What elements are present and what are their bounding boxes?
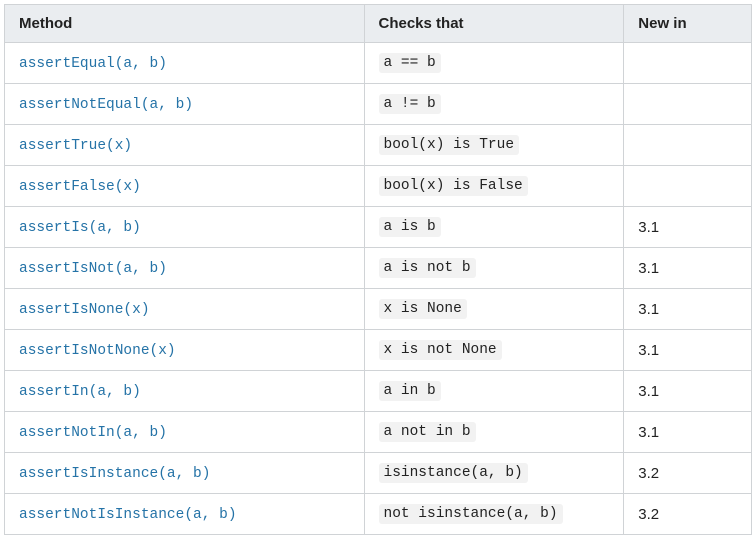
checks-code: bool(x) is True [379,135,520,155]
method-link[interactable]: assertNotIn(a, b) [19,425,167,441]
method-link[interactable]: assertIsNone(x) [19,302,150,318]
method-link[interactable]: assertIsInstance(a, b) [19,466,210,482]
checks-code: isinstance(a, b) [379,463,528,483]
checks-code: x is not None [379,340,502,360]
checks-code: not isinstance(a, b) [379,504,563,524]
method-link[interactable]: assertNotEqual(a, b) [19,97,193,113]
table-row: assertIsNone(x) x is None 3.1 [5,289,752,330]
newin-value: 3.1 [638,383,659,400]
checks-code: a not in b [379,422,476,442]
newin-value: 3.2 [638,465,659,482]
table-row: assertIsInstance(a, b) isinstance(a, b) … [5,453,752,494]
table-row: assertNotIn(a, b) a not in b 3.1 [5,412,752,453]
table-body: assertEqual(a, b) a == b assertNotEqual(… [5,43,752,535]
newin-value: 3.1 [638,424,659,441]
table-row: assertFalse(x) bool(x) is False [5,166,752,207]
table-row: assertTrue(x) bool(x) is True [5,125,752,166]
table-row: assertNotEqual(a, b) a != b [5,84,752,125]
checks-code: a is not b [379,258,476,278]
table-row: assertIsNotNone(x) x is not None 3.1 [5,330,752,371]
newin-value: 3.1 [638,260,659,277]
table-header-row: Method Checks that New in [5,5,752,43]
method-link[interactable]: assertIn(a, b) [19,384,141,400]
method-link[interactable]: assertEqual(a, b) [19,56,167,72]
header-method: Method [5,5,365,43]
checks-code: a in b [379,381,441,401]
newin-value: 3.1 [638,219,659,236]
checks-code: a == b [379,53,441,73]
newin-value: 3.1 [638,301,659,318]
table-row: assertIn(a, b) a in b 3.1 [5,371,752,412]
method-link[interactable]: assertIs(a, b) [19,220,141,236]
table-row: assertIsNot(a, b) a is not b 3.1 [5,248,752,289]
newin-value: 3.1 [638,342,659,359]
method-link[interactable]: assertNotIsInstance(a, b) [19,507,237,523]
header-newin: New in [624,5,752,43]
assert-methods-table: Method Checks that New in assertEqual(a,… [4,4,752,535]
method-link[interactable]: assertFalse(x) [19,179,141,195]
checks-code: a is b [379,217,441,237]
method-link[interactable]: assertIsNot(a, b) [19,261,167,277]
checks-code: a != b [379,94,441,114]
checks-code: bool(x) is False [379,176,528,196]
table-row: assertNotIsInstance(a, b) not isinstance… [5,494,752,535]
method-link[interactable]: assertTrue(x) [19,138,132,154]
table-row: assertIs(a, b) a is b 3.1 [5,207,752,248]
newin-value: 3.2 [638,506,659,523]
checks-code: x is None [379,299,467,319]
header-checks: Checks that [364,5,624,43]
method-link[interactable]: assertIsNotNone(x) [19,343,176,359]
table-row: assertEqual(a, b) a == b [5,43,752,84]
